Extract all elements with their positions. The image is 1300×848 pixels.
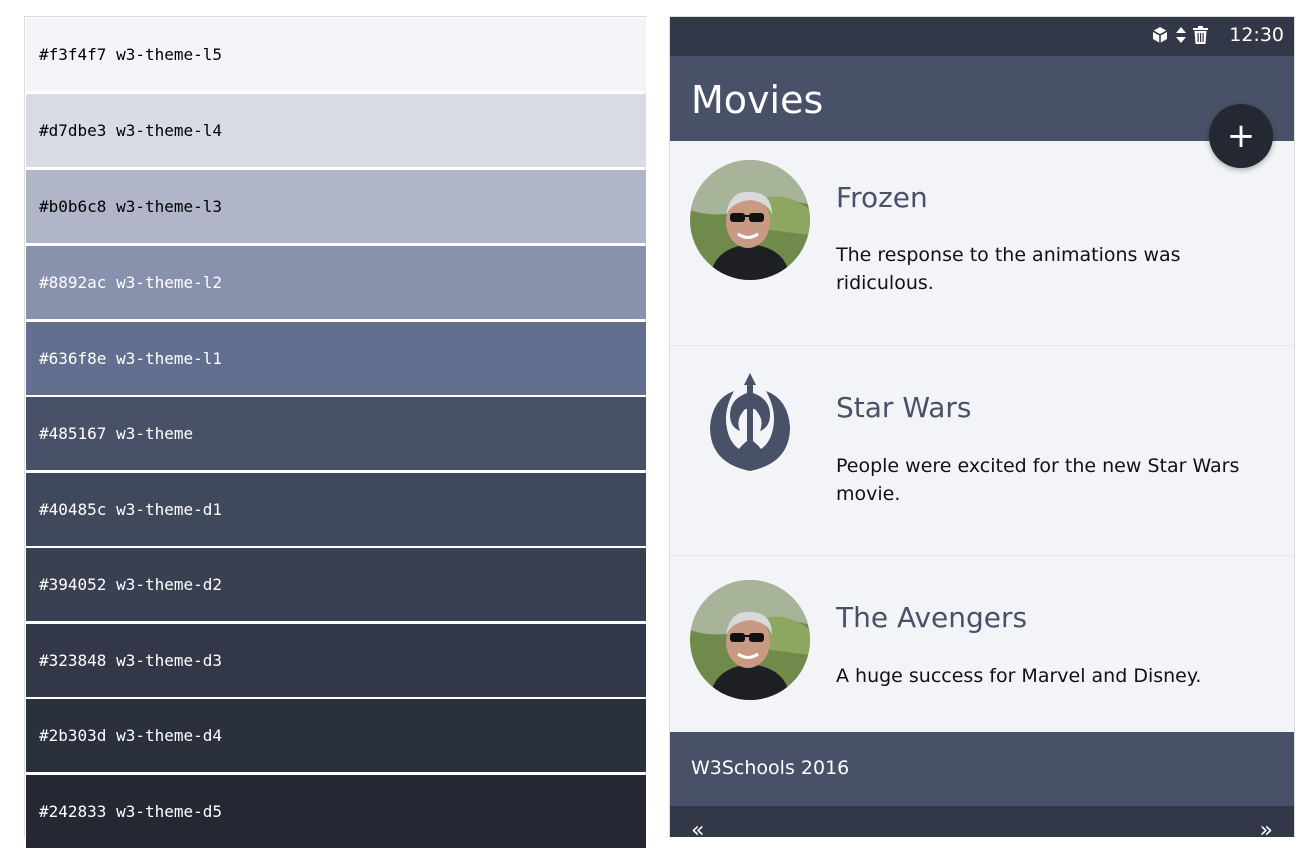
phone-mockup: 12:30 Movies + Frozen The response to th… (669, 16, 1295, 837)
list-item[interactable]: Frozen The response to the animations wa… (670, 141, 1294, 346)
swatch-theme: #485167 w3-theme (26, 397, 646, 470)
swatch-l5: #f3f4f7 w3-theme-l5 (26, 18, 646, 91)
swatch-label: #636f8e w3-theme-l1 (39, 349, 223, 368)
swatch-l4: #d7dbe3 w3-theme-l4 (26, 94, 646, 167)
item-text: The response to the animations was ridic… (836, 244, 1181, 294)
swatch-l3: #b0b6c8 w3-theme-l3 (26, 170, 646, 243)
app-bar: Movies (670, 56, 1294, 141)
item-text: A huge success for Marvel and Disney. (836, 665, 1202, 687)
trash-icon (1193, 26, 1208, 48)
swatch-label: #2b303d w3-theme-d4 (39, 726, 223, 745)
avatar (690, 580, 810, 700)
status-time: 12:30 (1229, 24, 1284, 46)
next-arrow-icon[interactable]: » (1260, 820, 1273, 838)
theme-palette: #f3f4f7 w3-theme-l5 #d7dbe3 w3-theme-l4 … (24, 16, 646, 848)
footer: W3Schools 2016 (670, 732, 1294, 806)
swatch-label: #394052 w3-theme-d2 (39, 575, 223, 594)
item-text: People were excited for the new Star War… (836, 455, 1240, 505)
status-bar: 12:30 (670, 17, 1294, 56)
sort-icon (1175, 26, 1187, 48)
item-title: The Avengers (836, 601, 1028, 634)
swatch-label: #242833 w3-theme-d5 (39, 802, 223, 821)
swatch-d5: #242833 w3-theme-d5 (26, 775, 646, 848)
swatch-label: #d7dbe3 w3-theme-l4 (39, 121, 223, 140)
swatch-l2: #8892ac w3-theme-l2 (26, 246, 646, 319)
swatch-label: #f3f4f7 w3-theme-l5 (39, 45, 223, 64)
rebel-alliance-icon (690, 371, 810, 491)
avatar (690, 160, 810, 280)
item-title: Frozen (836, 181, 928, 214)
swatch-d1: #40485c w3-theme-d1 (26, 473, 646, 546)
swatch-label: #485167 w3-theme (39, 424, 194, 443)
swatch-d3: #323848 w3-theme-d3 (26, 624, 646, 697)
swatch-label: #b0b6c8 w3-theme-l3 (39, 197, 223, 216)
bottom-nav-bar: « » (670, 806, 1294, 837)
status-icons (1151, 26, 1208, 48)
prev-arrow-icon[interactable]: « (691, 820, 704, 838)
list-item[interactable]: The Avengers A huge success for Marvel a… (670, 556, 1294, 732)
footer-text: W3Schools 2016 (691, 757, 850, 779)
page-title: Movies (691, 78, 824, 122)
swatch-label: #8892ac w3-theme-l2 (39, 273, 223, 292)
swatch-d2: #394052 w3-theme-d2 (26, 548, 646, 621)
swatch-d4: #2b303d w3-theme-d4 (26, 699, 646, 772)
swatch-l1: #636f8e w3-theme-l1 (26, 322, 646, 395)
item-title: Star Wars (836, 391, 972, 424)
swatch-label: #40485c w3-theme-d1 (39, 500, 223, 519)
list-item[interactable]: Star Wars People were excited for the ne… (670, 346, 1294, 556)
swatch-label: #323848 w3-theme-d3 (39, 651, 223, 670)
cube-icon (1151, 26, 1169, 48)
